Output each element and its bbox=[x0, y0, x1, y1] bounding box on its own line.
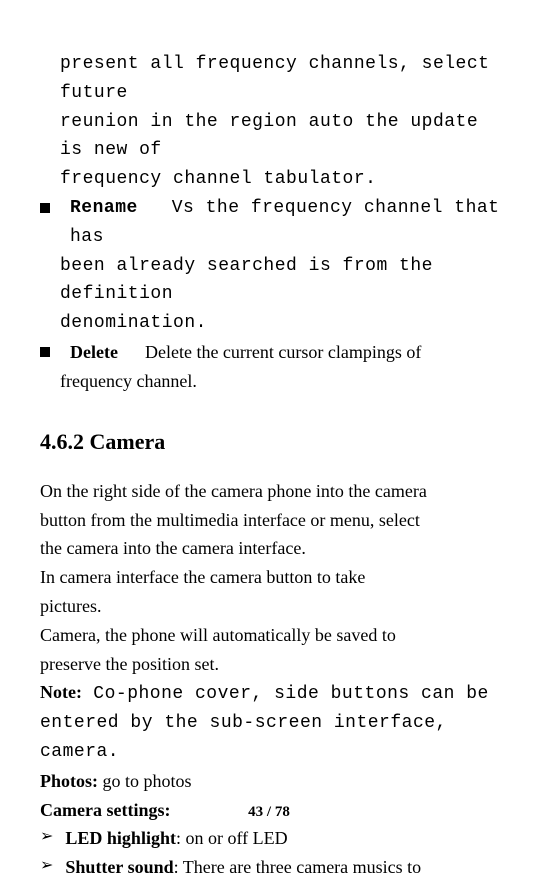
note-text: entered by the sub-screen interface, cam… bbox=[40, 709, 506, 767]
square-bullet-icon bbox=[40, 203, 50, 213]
delete-label: Delete bbox=[70, 342, 118, 362]
intro-continuation: present all frequency channels, select f… bbox=[40, 50, 506, 194]
bullet-text: Delete Delete the current cursor clampin… bbox=[70, 338, 506, 367]
para-text: button from the multimedia interface or … bbox=[40, 506, 506, 535]
note-label: Note: bbox=[40, 682, 82, 702]
bullet-continue: been already searched is from the defini… bbox=[40, 252, 506, 338]
bullet-delete: Delete Delete the current cursor clampin… bbox=[40, 338, 506, 367]
para-text: been already searched is from the defini… bbox=[60, 252, 506, 310]
bullet-rename: Rename Vs the frequency channel that has bbox=[40, 194, 506, 252]
square-bullet-icon bbox=[40, 347, 50, 357]
para-text: On the right side of the camera phone in… bbox=[40, 477, 506, 506]
para-text: pictures. bbox=[40, 592, 506, 621]
delete-text: Delete the current cursor clampings of bbox=[145, 342, 421, 362]
led-label: LED highlight bbox=[65, 828, 176, 848]
shutter-label: Shutter sound bbox=[65, 857, 173, 877]
note-line: Note: Co-phone cover, side buttons can b… bbox=[40, 678, 506, 709]
para-text: Camera, the phone will automatically be … bbox=[40, 621, 506, 650]
arrow-bullet-icon: ➢ bbox=[40, 853, 53, 879]
shutter-text: : There are three camera musics to bbox=[174, 857, 422, 877]
led-text: : on or off LED bbox=[176, 828, 288, 848]
note-text: Co-phone cover, side buttons can be bbox=[82, 684, 489, 704]
para-text: In camera interface the camera button to… bbox=[40, 563, 506, 592]
para-text: present all frequency channels, select f… bbox=[60, 50, 506, 108]
para-text: the camera into the camera interface. bbox=[40, 534, 506, 563]
photos-text: go to photos bbox=[98, 771, 192, 791]
bullet-shutter: ➢ Shutter sound: There are three camera … bbox=[40, 853, 506, 882]
bullet-continue: frequency channel. bbox=[40, 367, 506, 396]
para-text: reunion in the region auto the update is… bbox=[60, 108, 506, 166]
bullet-text: Rename Vs the frequency channel that has bbox=[70, 194, 506, 252]
bullet-text: Shutter sound: There are three camera mu… bbox=[65, 853, 506, 882]
para-text: preserve the position set. bbox=[40, 650, 506, 679]
para-text: frequency channel. bbox=[60, 367, 506, 396]
rename-label: Rename bbox=[70, 198, 138, 218]
para-text: denomination. bbox=[60, 309, 506, 338]
bullet-led: ➢ LED highlight: on or off LED bbox=[40, 824, 506, 853]
para-text: frequency channel tabulator. bbox=[60, 165, 506, 194]
page-content: present all frequency channels, select f… bbox=[30, 50, 508, 882]
arrow-bullet-icon: ➢ bbox=[40, 824, 53, 850]
bullet-text: LED highlight: on or off LED bbox=[65, 824, 506, 853]
page-number: 43 / 78 bbox=[0, 800, 538, 824]
photos-label: Photos: bbox=[40, 771, 98, 791]
section-heading-camera: 4.6.2 Camera bbox=[40, 424, 506, 459]
photos-line: Photos: go to photos bbox=[40, 767, 506, 796]
